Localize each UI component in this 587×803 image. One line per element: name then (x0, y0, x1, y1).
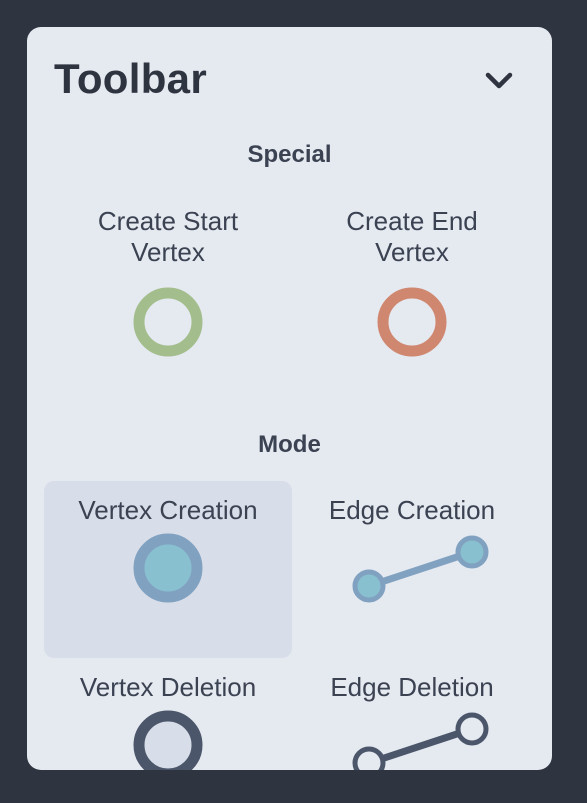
tool-label: Vertex Deletion (79, 672, 257, 702)
chevron-down-icon (485, 72, 513, 89)
tool-label: Create End Vertex (346, 206, 478, 267)
start-vertex-icon (133, 287, 203, 357)
edge-creation-icon (352, 535, 489, 603)
vertex-creation-icon (133, 533, 203, 603)
create-start-vertex-button[interactable]: Create Start Vertex (44, 192, 292, 362)
toolbar-title: Toolbar (54, 55, 207, 102)
end-vertex-icon (377, 287, 447, 357)
tool-label: Edge Deletion (330, 672, 494, 702)
edge-deletion-icon (352, 712, 489, 770)
toolbar-panel: Toolbar Special Create Start Vertex Crea… (27, 27, 552, 770)
collapse-button[interactable] (483, 67, 515, 95)
special-heading: Special (247, 141, 332, 168)
edge-creation-button[interactable]: Edge Creation (288, 481, 536, 658)
tool-label: Create Start Vertex (97, 206, 239, 267)
vertex-deletion-icon (133, 710, 203, 770)
mode-heading: Mode (258, 431, 321, 458)
tool-label: Edge Creation (328, 495, 496, 525)
vertex-creation-button[interactable]: Vertex Creation (44, 481, 292, 658)
create-end-vertex-button[interactable]: Create End Vertex (288, 192, 536, 362)
edge-deletion-button[interactable]: Edge Deletion (288, 658, 536, 770)
tool-label: Vertex Creation (78, 495, 258, 525)
vertex-deletion-button[interactable]: Vertex Deletion (44, 658, 292, 770)
